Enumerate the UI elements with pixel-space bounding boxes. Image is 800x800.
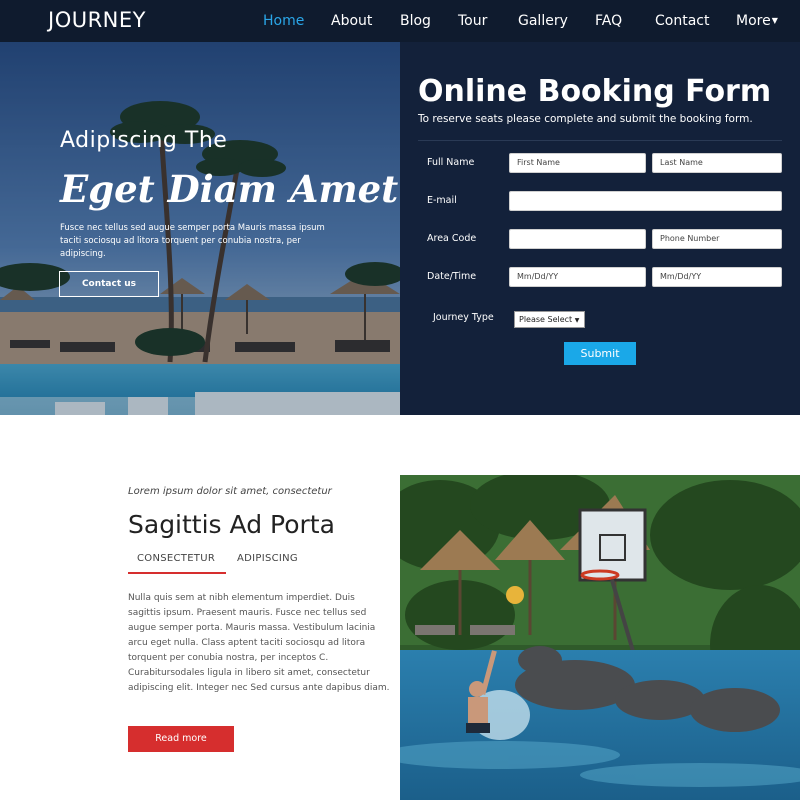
area-code-label: Area Code: [427, 233, 477, 244]
brand-logo[interactable]: JOURNEY: [48, 8, 146, 32]
contact-us-button[interactable]: Contact us: [59, 271, 159, 297]
journey-type-select[interactable]: Please Select ▼: [514, 311, 585, 328]
form-divider: [418, 140, 782, 141]
first-name-input[interactable]: First Name: [509, 153, 646, 173]
nav-about[interactable]: About: [331, 13, 372, 29]
date-input-1[interactable]: Mm/Dd/YY: [509, 267, 646, 287]
area-code-input[interactable]: [509, 229, 646, 249]
tab-adipiscing[interactable]: ADIPISCING: [237, 553, 298, 564]
date-time-label: Date/Time: [427, 271, 477, 282]
form-title: Online Booking Form: [418, 74, 772, 109]
hero-section: Adipiscing The Eget Diam Amet Fusce nec …: [0, 42, 800, 415]
about-title: Sagittis Ad Porta: [128, 510, 335, 539]
about-kicker: Lorem ipsum dolor sit amet, consectetur: [128, 486, 332, 497]
nav-gallery[interactable]: Gallery: [518, 13, 568, 29]
journey-type-value: Please Select: [519, 315, 573, 324]
hero-kicker: Adipiscing The: [60, 128, 228, 153]
nav-contact[interactable]: Contact: [655, 13, 709, 29]
select-arrow-icon: ▼: [574, 317, 580, 324]
hero-title: Eget Diam Amet: [60, 167, 399, 211]
form-subtitle: To reserve seats please complete and sub…: [418, 113, 753, 125]
pool-basketball-image: [400, 475, 800, 800]
submit-button[interactable]: Submit: [564, 342, 636, 365]
tab-consectetur[interactable]: CONSECTETUR: [137, 553, 215, 564]
email-input[interactable]: [509, 191, 782, 211]
nav-more-label: More: [736, 13, 771, 29]
about-paragraph: Nulla quis sem at nibh elementum imperdi…: [128, 593, 390, 693]
read-more-button[interactable]: Read more: [128, 726, 234, 752]
journey-type-label: Journey Type: [433, 312, 494, 323]
nav-blog[interactable]: Blog: [400, 13, 431, 29]
phone-input[interactable]: Phone Number: [652, 229, 782, 249]
nav-more[interactable]: More▼: [736, 13, 778, 29]
date-input-2[interactable]: Mm/Dd/YY: [652, 267, 782, 287]
top-navbar: JOURNEY Home About Blog Tour Gallery FAQ…: [0, 0, 800, 42]
booking-form: Online Booking Form To reserve seats ple…: [400, 42, 800, 415]
hero-description: Fusce nec tellus sed augue semper porta …: [60, 223, 325, 260]
nav-home[interactable]: Home: [263, 13, 304, 29]
full-name-label: Full Name: [427, 157, 475, 168]
email-label: E-mail: [427, 195, 457, 206]
active-tab-indicator: [128, 572, 226, 574]
nav-faq[interactable]: FAQ: [595, 13, 622, 29]
last-name-input[interactable]: Last Name: [652, 153, 782, 173]
nav-tour[interactable]: Tour: [458, 13, 487, 29]
caret-down-icon: ▼: [771, 16, 778, 25]
